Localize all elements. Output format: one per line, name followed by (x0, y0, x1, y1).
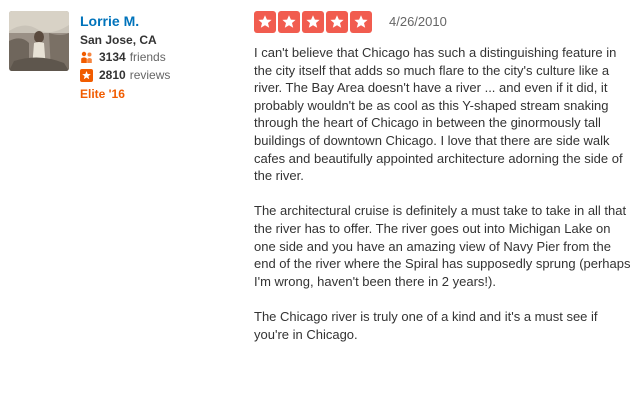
review-paragraph: The architectural cruise is definitely a… (254, 203, 631, 289)
reviews-count-stat: 2810 reviews (80, 67, 170, 83)
friends-count: 3134 (99, 50, 126, 64)
reviews-label: reviews (129, 68, 171, 82)
elite-badge[interactable]: Elite '16 (80, 87, 125, 101)
user-avatar[interactable] (9, 11, 69, 71)
friends-icon (80, 51, 93, 64)
star-rating (254, 11, 372, 33)
review-date: 4/26/2010 (389, 14, 447, 29)
review-paragraph: I can't believe that Chicago has such a … (254, 45, 623, 184)
star-icon (278, 11, 300, 33)
friends-count-stat: 3134 friends (80, 49, 166, 65)
review-paragraph: The Chicago river is truly one of a kind… (254, 308, 598, 342)
review-star-icon (80, 68, 93, 82)
user-location: San Jose, CA (80, 33, 157, 47)
star-icon (326, 11, 348, 33)
star-icon (302, 11, 324, 33)
star-icon (350, 11, 372, 33)
friends-label: friends (129, 50, 166, 64)
review-text: I can't believe that Chicago has such a … (254, 44, 632, 361)
user-name-link[interactable]: Lorrie M. (80, 13, 139, 29)
star-icon (254, 11, 276, 33)
reviews-count: 2810 (99, 68, 126, 82)
